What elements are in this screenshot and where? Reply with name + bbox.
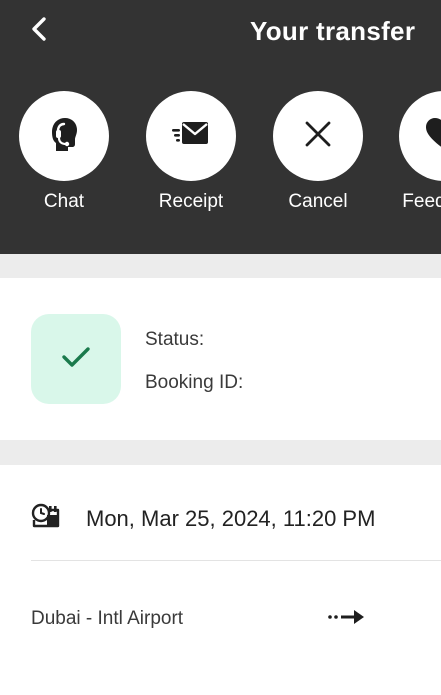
feedback-button[interactable]: Feedback <box>389 91 441 213</box>
clock-calendar-icon <box>31 502 61 535</box>
headset-icon <box>44 114 84 159</box>
booking-status-card: Status: Booking ID: <box>0 278 441 440</box>
checkmark-icon <box>60 344 92 375</box>
receipt-button[interactable]: Receipt <box>136 91 246 213</box>
chat-label: Chat <box>43 191 85 212</box>
divider <box>31 560 441 561</box>
booking-id-label: Booking ID: <box>145 372 244 393</box>
envelope-fast-icon <box>170 117 212 156</box>
back-button[interactable] <box>24 16 54 46</box>
close-icon <box>304 120 332 153</box>
feedback-label: Feedback <box>402 191 441 212</box>
cancel-label: Cancel <box>288 191 348 212</box>
receipt-label: Receipt <box>158 191 224 212</box>
page-title: Your transfer <box>250 16 416 46</box>
dotted-arrow-right-icon <box>327 607 367 632</box>
chat-button[interactable]: Chat <box>9 91 119 213</box>
origin-location: Dubai - Intl Airport <box>31 608 184 629</box>
header-bar: Your transfer Chat Receipt Cancel Feed <box>0 0 441 254</box>
heart-icon <box>425 117 441 156</box>
cancel-button[interactable]: Cancel <box>263 91 373 213</box>
chevron-left-icon <box>28 16 50 47</box>
trip-details-card: Mon, Mar 25, 2024, 11:20 PM Dubai - Intl… <box>0 465 441 695</box>
status-label: Status: <box>145 329 205 350</box>
pickup-datetime: Mon, Mar 25, 2024, 11:20 PM <box>86 506 376 531</box>
status-indicator <box>31 314 121 404</box>
